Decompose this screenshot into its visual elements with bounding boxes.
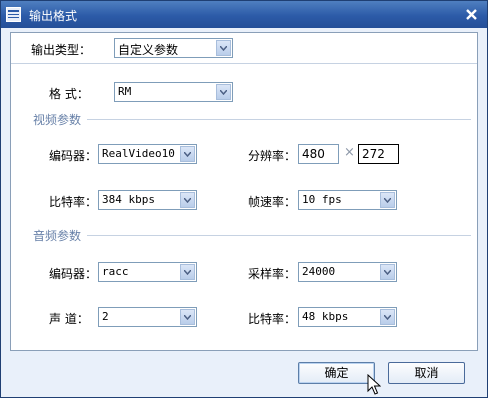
- video-encoder-select[interactable]: RealVideo10: [98, 144, 197, 164]
- video-section-divider: [87, 119, 471, 120]
- output-type-select[interactable]: 自定义参数: [114, 38, 233, 58]
- chevron-down-icon: [216, 40, 231, 56]
- dialog-title: 输出格式: [29, 9, 78, 23]
- output-type-value: 自定义参数: [118, 43, 179, 57]
- settings-panel: 输出类型： 自定义参数 格 式： RM 视频参数 编码器： RealVideo1…: [10, 32, 478, 351]
- resolution-label: 分辨率：: [248, 149, 297, 163]
- close-icon: [466, 9, 477, 20]
- cancel-button[interactable]: 取消: [388, 362, 465, 384]
- channels-label: 声 道：: [49, 312, 89, 326]
- samplerate-value: 24000: [302, 265, 336, 278]
- output-type-label: 输出类型：: [31, 43, 92, 57]
- title-bar[interactable]: 输出格式: [1, 1, 487, 28]
- chevron-down-icon: [180, 309, 195, 325]
- chevron-down-icon: [180, 146, 195, 162]
- audio-section-divider: [87, 235, 471, 236]
- audio-encoder-select[interactable]: racc: [98, 262, 197, 282]
- chevron-down-icon: [180, 264, 195, 280]
- video-section-title: 视频参数: [33, 113, 82, 127]
- chevron-down-icon: [180, 192, 195, 208]
- format-label: 格 式：: [49, 87, 89, 101]
- chevron-down-icon: [380, 192, 395, 208]
- framerate-value: 10 fps: [302, 193, 342, 206]
- audio-encoder-label: 编码器：: [49, 267, 98, 281]
- samplerate-label: 采样率：: [248, 267, 297, 281]
- audio-bitrate-select[interactable]: 48 kbps: [298, 307, 397, 327]
- samplerate-select[interactable]: 24000: [298, 262, 397, 282]
- divider: [11, 63, 477, 64]
- chevron-down-icon: [380, 309, 395, 325]
- channels-select[interactable]: 2: [98, 307, 197, 327]
- resolution-width-input[interactable]: 480: [298, 144, 339, 164]
- format-value: RM: [118, 85, 132, 98]
- video-bitrate-select[interactable]: 384 kbps: [98, 190, 197, 210]
- chevron-down-icon: [380, 264, 395, 280]
- video-encoder-label: 编码器：: [49, 149, 98, 163]
- resolution-height-value: 272: [362, 147, 385, 161]
- chevron-down-icon: [216, 84, 231, 100]
- close-button[interactable]: [462, 5, 481, 24]
- video-bitrate-label: 比特率：: [49, 195, 98, 209]
- video-bitrate-value: 384 kbps: [102, 193, 155, 206]
- audio-bitrate-value: 48 kbps: [302, 310, 349, 323]
- app-icon: [6, 7, 21, 22]
- resolution-separator: ×: [344, 145, 355, 160]
- framerate-select[interactable]: 10 fps: [298, 190, 397, 210]
- resolution-width-value: 480: [302, 147, 325, 161]
- framerate-label: 帧速率：: [248, 195, 297, 209]
- audio-encoder-value: racc: [102, 265, 129, 278]
- mouse-cursor-icon: [367, 374, 381, 395]
- channels-value: 2: [102, 310, 109, 323]
- resolution-height-input[interactable]: 272: [358, 144, 399, 164]
- audio-bitrate-label: 比特率：: [248, 312, 297, 326]
- format-select[interactable]: RM: [114, 82, 233, 102]
- audio-section-title: 音频参数: [33, 229, 82, 243]
- ok-button[interactable]: 确定: [298, 362, 375, 384]
- video-encoder-value: RealVideo10: [102, 147, 175, 160]
- output-format-dialog: 输出格式 输出类型： 自定义参数 格 式： RM 视频参数 编码器： RealV…: [0, 0, 488, 398]
